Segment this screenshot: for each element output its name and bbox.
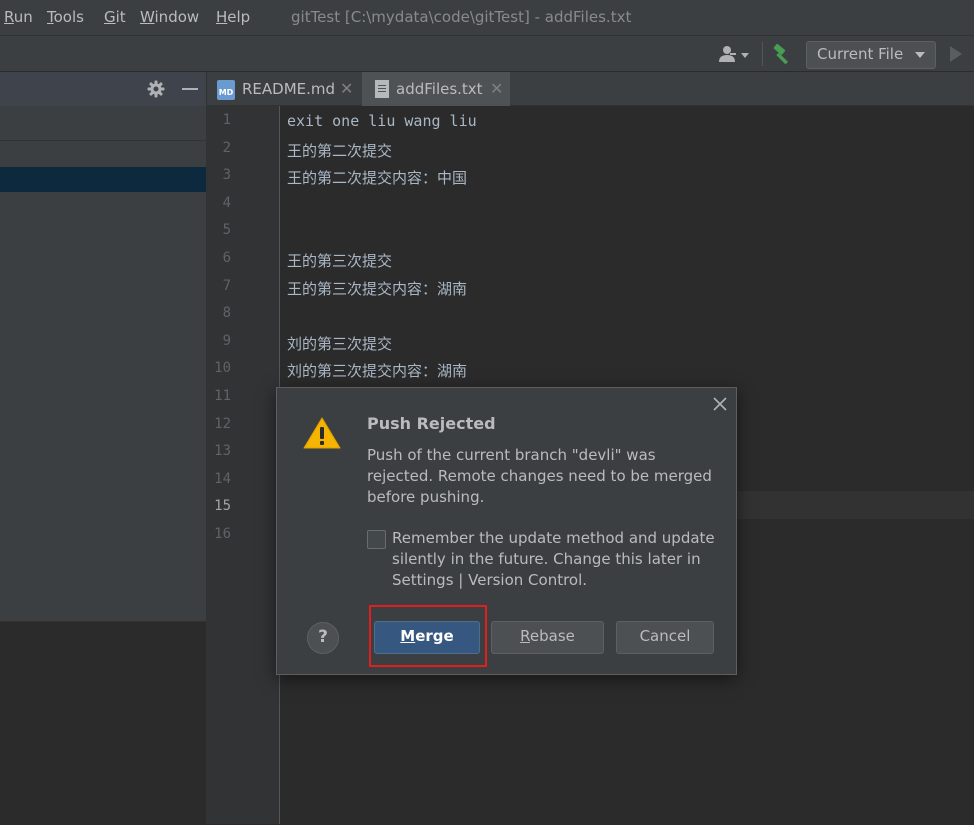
dialog-message: Push of the current branch "devli" was r…	[367, 446, 712, 506]
push-rejected-dialog: Push Rejected Push of the current branch…	[276, 387, 737, 675]
line-number: 9	[222, 333, 231, 349]
tree-row-selected[interactable]	[0, 167, 206, 192]
tab-label: README.md	[242, 80, 336, 98]
line-number: 7	[222, 278, 231, 294]
help-button[interactable]: ?	[307, 622, 339, 654]
line-number: 13	[214, 443, 231, 459]
project-panel	[0, 72, 206, 825]
code-line: 刘的第三次提交	[287, 335, 393, 353]
dialog-title: Push Rejected	[367, 414, 496, 433]
tab-readme[interactable]: MD README.md ✕	[207, 72, 359, 106]
hammer-icon[interactable]	[771, 43, 793, 65]
warning-icon	[303, 417, 341, 449]
project-panel-empty-area	[0, 621, 206, 825]
close-icon[interactable]: ✕	[490, 79, 503, 98]
tab-label: addFiles.txt	[396, 80, 483, 98]
code-line: 王的第二次提交内容：中国	[287, 169, 468, 187]
code-line: 刘的第三次提交内容：湖南	[287, 362, 468, 380]
code-line: 王的第三次提交	[287, 252, 393, 270]
project-panel-header	[0, 72, 206, 107]
remember-checkbox[interactable]	[367, 530, 386, 549]
line-number: 5	[222, 222, 231, 238]
menu-window[interactable]: Window	[140, 8, 199, 26]
line-number: 8	[222, 305, 231, 321]
line-number: 14	[214, 471, 231, 487]
line-number: 12	[214, 416, 231, 432]
code-line: exit one liu wang liu	[287, 112, 477, 130]
close-icon[interactable]: ✕	[340, 79, 353, 98]
markdown-file-icon: MD	[217, 80, 235, 100]
run-icon[interactable]	[950, 46, 962, 62]
line-number: 15	[214, 498, 231, 514]
menu-tools[interactable]: Tools	[47, 8, 84, 26]
line-number: 4	[222, 195, 231, 211]
user-icon[interactable]	[718, 44, 752, 64]
run-configuration-label: Current File	[817, 45, 904, 63]
close-icon[interactable]	[712, 396, 728, 412]
minimize-icon[interactable]	[182, 88, 198, 90]
rebase-button[interactable]: Rebase	[491, 621, 604, 654]
line-number: 6	[222, 250, 231, 266]
tree-row[interactable]	[0, 106, 206, 141]
menu-bar: Run Tools Git Window Help gitTest [C:\my…	[0, 0, 974, 36]
line-number: 16	[214, 526, 231, 542]
cancel-button[interactable]: Cancel	[616, 621, 714, 654]
code-line: 王的第三次提交内容：湖南	[287, 280, 468, 298]
toolbar-separator	[762, 42, 763, 66]
toolbar: Current File	[0, 36, 974, 72]
merge-highlight-annotation	[369, 605, 487, 667]
run-configuration-select[interactable]: Current File	[806, 41, 936, 69]
chevron-down-icon	[915, 52, 925, 58]
line-number: 2	[222, 140, 231, 156]
text-file-icon	[375, 80, 389, 98]
line-number: 1	[222, 112, 231, 128]
menu-help[interactable]: Help	[216, 8, 250, 26]
project-tree	[0, 106, 206, 621]
line-number: 3	[222, 167, 231, 183]
line-number-gutter: 1 2 3 4 5 6 7 8 9 10 11 12 13 14 15 16	[207, 106, 280, 824]
line-number: 10	[214, 360, 231, 376]
menu-git[interactable]: Git	[104, 8, 126, 26]
menu-run[interactable]: Run	[4, 8, 33, 26]
line-number: 11	[214, 388, 231, 404]
code-line: 王的第二次提交	[287, 142, 393, 160]
tab-addfiles[interactable]: addFiles.txt ✕	[362, 72, 510, 109]
editor-tabs: MD README.md ✕ addFiles.txt ✕	[207, 72, 974, 109]
remember-checkbox-label[interactable]: Remember the update method and update si…	[392, 528, 722, 591]
gear-icon[interactable]	[147, 80, 165, 98]
window-title: gitTest [C:\mydata\code\gitTest] - addFi…	[291, 8, 632, 26]
